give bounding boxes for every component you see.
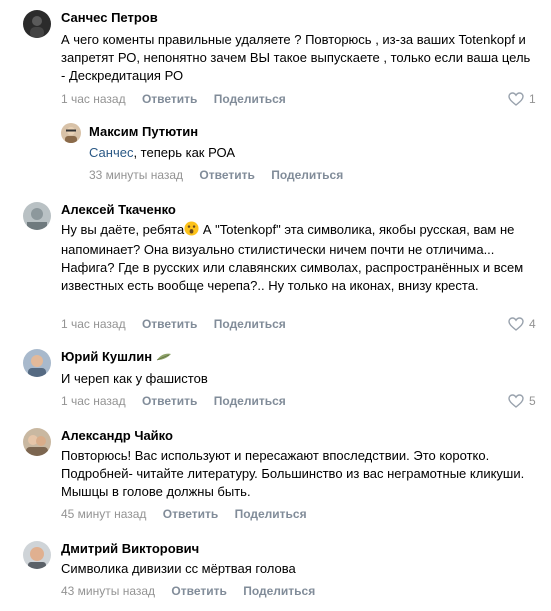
comment-meta: 33 минуты назад Ответить Поделиться xyxy=(89,167,343,183)
share-button[interactable]: Поделиться xyxy=(214,317,286,331)
comment-text: А чего коменты правильные удаляете ? Пов… xyxy=(61,32,531,83)
comment-meta: 1 час назад Ответить Поделиться xyxy=(61,316,286,332)
heart-icon xyxy=(508,394,524,408)
timestamp[interactable]: 1 час назад xyxy=(61,317,126,331)
like-count: 1 xyxy=(529,92,536,106)
reply-button[interactable]: Ответить xyxy=(199,168,254,182)
comment-text: Повторюсь! Вас используют и пересажают в… xyxy=(61,448,525,499)
leaf-badge-icon xyxy=(156,350,172,366)
comment-meta: 1 час назад Ответить Поделиться xyxy=(61,393,286,409)
comment-text: Ну вы даёте, ребята А "Totenkopf" эта си… xyxy=(61,221,536,295)
reply-text: , теперь как РОА xyxy=(133,145,235,160)
reply-button[interactable]: Ответить xyxy=(171,584,226,598)
astonished-face-emoji xyxy=(184,221,199,241)
like-button[interactable]: 1 xyxy=(508,91,536,107)
like-button[interactable]: 4 xyxy=(508,316,536,332)
reply-button[interactable]: Ответить xyxy=(142,317,197,331)
author-name[interactable]: Санчес Петров xyxy=(61,10,158,26)
comment-text: Символика дивизии сс мёртвая голова xyxy=(61,561,296,576)
author-name[interactable]: Дмитрий Викторович xyxy=(61,541,199,557)
heart-icon xyxy=(508,317,524,331)
author-name[interactable]: Алексей Ткаченко xyxy=(61,202,176,218)
share-button[interactable]: Поделиться xyxy=(214,92,286,106)
timestamp[interactable]: 43 минуты назад xyxy=(61,584,155,598)
reply-button[interactable]: Ответить xyxy=(163,507,218,521)
reply-button[interactable]: Ответить xyxy=(142,394,197,408)
like-button[interactable]: 5 xyxy=(508,393,536,409)
timestamp[interactable]: 1 час назад xyxy=(61,394,126,408)
avatar[interactable] xyxy=(23,349,51,377)
author-name[interactable]: Александр Чайко xyxy=(61,428,173,444)
share-button[interactable]: Поделиться xyxy=(214,394,286,408)
comment-meta: 45 минут назад Ответить Поделиться xyxy=(61,506,307,522)
share-button[interactable]: Поделиться xyxy=(271,168,343,182)
avatar[interactable] xyxy=(23,202,51,230)
author-name-text: Юрий Кушлин xyxy=(61,349,153,364)
comment-text: И череп как у фашистов xyxy=(61,371,208,386)
share-button[interactable]: Поделиться xyxy=(235,507,307,521)
reply-button[interactable]: Ответить xyxy=(142,92,197,106)
heart-icon xyxy=(508,92,524,106)
author-name[interactable]: Максим Путютин xyxy=(89,124,198,140)
avatar[interactable] xyxy=(23,428,51,456)
avatar[interactable] xyxy=(23,541,51,569)
like-count: 4 xyxy=(529,317,536,331)
comment-meta: 1 час назад Ответить Поделиться xyxy=(61,91,286,107)
avatar[interactable] xyxy=(23,10,51,38)
reply-to-link[interactable]: Санчес xyxy=(89,145,133,160)
text-part: Ну вы даёте, ребята xyxy=(61,222,185,237)
like-count: 5 xyxy=(529,394,536,408)
comment-text: Санчес, теперь как РОА xyxy=(89,144,529,162)
author-name[interactable]: Юрий Кушлин xyxy=(61,349,172,366)
timestamp[interactable]: 33 минуты назад xyxy=(89,168,183,182)
comment-meta: 43 минуты назад Ответить Поделиться xyxy=(61,583,315,599)
avatar[interactable] xyxy=(61,123,81,143)
timestamp[interactable]: 1 час назад xyxy=(61,92,126,106)
share-button[interactable]: Поделиться xyxy=(243,584,315,598)
timestamp[interactable]: 45 минут назад xyxy=(61,507,146,521)
